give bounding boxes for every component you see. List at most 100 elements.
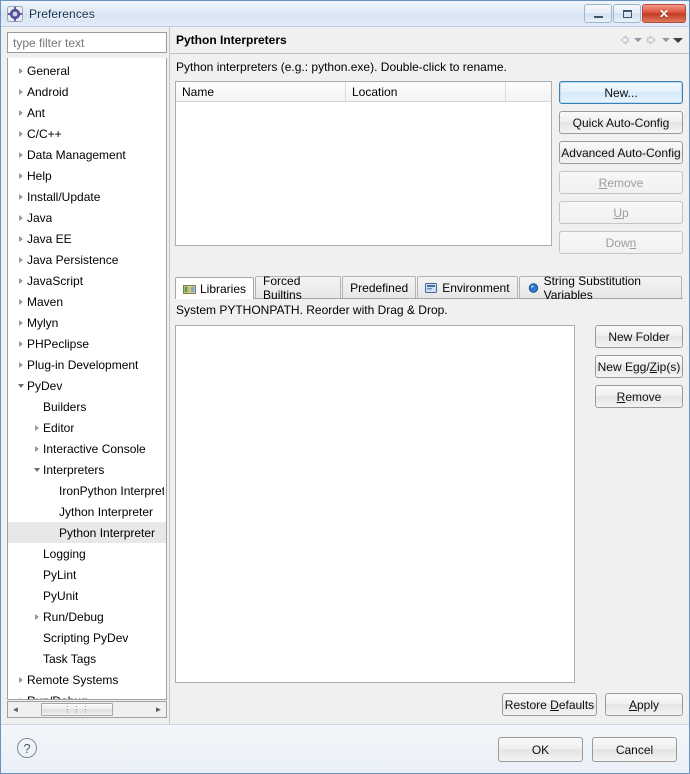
new-folder-button[interactable]: New Folder bbox=[595, 325, 683, 348]
forward-menu-chevron-down-icon[interactable] bbox=[662, 38, 670, 42]
expand-arrow-right-icon[interactable] bbox=[14, 151, 27, 158]
tab-environment[interactable]: Environment bbox=[417, 276, 518, 298]
expand-arrow-right-icon[interactable] bbox=[14, 214, 27, 221]
tree-item-pyunit[interactable]: PyUnit bbox=[8, 585, 166, 606]
tree-item-python-interpreter[interactable]: Python Interpreter bbox=[8, 522, 166, 543]
expand-arrow-right-icon[interactable] bbox=[14, 277, 27, 284]
expand-arrow-right-icon[interactable] bbox=[14, 298, 27, 305]
tree-item-interpreters[interactable]: Interpreters bbox=[8, 459, 166, 480]
expand-arrow-right-icon[interactable] bbox=[14, 676, 27, 683]
tree-item-task-tags[interactable]: Task Tags bbox=[8, 648, 166, 669]
ok-button[interactable]: OK bbox=[498, 737, 583, 762]
expand-arrow-down-icon[interactable] bbox=[14, 383, 27, 388]
expand-arrow-right-icon[interactable] bbox=[14, 697, 27, 699]
column-header-location[interactable]: Location bbox=[346, 82, 506, 101]
expand-arrow-right-icon[interactable] bbox=[14, 235, 27, 242]
scroll-thumb[interactable]: ⋮⋮⋮ bbox=[40, 703, 113, 716]
scroll-right-arrow-icon[interactable]: ► bbox=[151, 702, 166, 717]
tab-string-substitution-variables[interactable]: String Substitution Variables bbox=[518, 274, 682, 302]
column-header-name[interactable]: Name bbox=[176, 82, 346, 101]
expand-arrow-right-icon[interactable] bbox=[14, 67, 27, 74]
new-egg-zip-s-button[interactable]: New Egg/Zip(s) bbox=[595, 355, 683, 378]
tree-item-pydev[interactable]: PyDev bbox=[8, 375, 166, 396]
tree-item-logging[interactable]: Logging bbox=[8, 543, 166, 564]
tree-item-label: PyLint bbox=[43, 567, 77, 582]
tree-horizontal-scrollbar[interactable]: ◄ ⋮⋮⋮ ► bbox=[7, 701, 167, 718]
environment-icon bbox=[425, 282, 438, 294]
new-button[interactable]: New... bbox=[559, 81, 683, 104]
scroll-left-arrow-icon[interactable]: ◄ bbox=[8, 702, 23, 717]
help-icon[interactable]: ? bbox=[17, 738, 37, 758]
back-menu-chevron-down-icon[interactable] bbox=[634, 38, 642, 42]
expand-arrow-right-icon[interactable] bbox=[14, 109, 27, 116]
tree-item-scripting-pydev[interactable]: Scripting PyDev bbox=[8, 627, 166, 648]
expand-arrow-down-icon[interactable] bbox=[30, 467, 43, 472]
expand-arrow-right-icon[interactable] bbox=[14, 361, 27, 368]
page-title: Python Interpreters bbox=[176, 33, 287, 47]
tree-item-interactive-console[interactable]: Interactive Console bbox=[8, 438, 166, 459]
maximize-button[interactable] bbox=[613, 4, 641, 23]
tree-item-pylint[interactable]: PyLint bbox=[8, 564, 166, 585]
expand-arrow-right-icon[interactable] bbox=[30, 613, 43, 620]
preferences-tree[interactable]: General Android Ant C/C++ Data Management Hel… bbox=[7, 58, 167, 700]
page-action-buttons: Restore Defaults Apply bbox=[502, 693, 683, 716]
tab-forced-builtins[interactable]: Forced Builtins bbox=[255, 274, 342, 302]
tree-item-help[interactable]: Help bbox=[8, 165, 166, 186]
expand-arrow-right-icon[interactable] bbox=[14, 256, 27, 263]
tree-item-phpeclipse[interactable]: PHPeclipse bbox=[8, 333, 166, 354]
tree-item-ironpython-interpreter[interactable]: IronPython Interpreter bbox=[8, 480, 166, 501]
tree-item-builders[interactable]: Builders bbox=[8, 396, 166, 417]
expand-arrow-right-icon[interactable] bbox=[30, 424, 43, 431]
expand-arrow-right-icon[interactable] bbox=[14, 88, 27, 95]
back-arrow-icon[interactable] bbox=[617, 33, 631, 47]
advanced-auto-config-button[interactable]: Advanced Auto-Config bbox=[559, 141, 683, 164]
apply-button[interactable]: Apply bbox=[605, 693, 683, 716]
preferences-gear-icon bbox=[7, 5, 23, 22]
tree-item-install-update[interactable]: Install/Update bbox=[8, 186, 166, 207]
restore-defaults-button[interactable]: Restore Defaults bbox=[502, 693, 597, 716]
library-action-buttons: New Folder New Egg/Zip(s) Remove bbox=[595, 325, 683, 408]
panel-description: Python interpreters (e.g.: python.exe). … bbox=[176, 60, 507, 74]
expand-arrow-right-icon[interactable] bbox=[14, 172, 27, 179]
interpreters-table[interactable]: Name Location bbox=[175, 81, 552, 246]
expand-arrow-right-icon[interactable] bbox=[30, 445, 43, 452]
tree-item-run-debug[interactable]: Run/Debug bbox=[8, 606, 166, 627]
tree-item-run-debug[interactable]: Run/Debug bbox=[8, 690, 166, 699]
tree-item-label: JavaScript bbox=[27, 273, 84, 288]
tree-item-plug-in-development[interactable]: Plug-in Development bbox=[8, 354, 166, 375]
tree-item-jython-interpreter[interactable]: Jython Interpreter bbox=[8, 501, 166, 522]
tree-item-java[interactable]: Java bbox=[8, 207, 166, 228]
tree-item-java-persistence[interactable]: Java Persistence bbox=[8, 249, 166, 270]
scroll-track[interactable]: ⋮⋮⋮ bbox=[23, 702, 151, 717]
tree-item-label: Python Interpreter bbox=[59, 525, 156, 540]
button-label: OK bbox=[531, 742, 550, 757]
minimize-button[interactable] bbox=[584, 4, 612, 23]
tree-item-android[interactable]: Android bbox=[8, 81, 166, 102]
expand-arrow-right-icon[interactable] bbox=[14, 340, 27, 347]
tree-item-ant[interactable]: Ant bbox=[8, 102, 166, 123]
cancel-button[interactable]: Cancel bbox=[592, 737, 677, 762]
close-button[interactable]: ✕ bbox=[642, 4, 686, 23]
tab-libraries[interactable]: Libraries bbox=[175, 277, 255, 299]
tab-predefined[interactable]: Predefined bbox=[342, 276, 417, 298]
column-header-extra[interactable] bbox=[506, 82, 551, 101]
tree-item-editor[interactable]: Editor bbox=[8, 417, 166, 438]
filter-input[interactable] bbox=[7, 32, 167, 53]
tree-item-remote-systems[interactable]: Remote Systems bbox=[8, 669, 166, 690]
view-menu-chevron-icon[interactable] bbox=[673, 37, 683, 43]
tree-item-data-management[interactable]: Data Management bbox=[8, 144, 166, 165]
tree-item-mylyn[interactable]: Mylyn bbox=[8, 312, 166, 333]
tree-item-javascript[interactable]: JavaScript bbox=[8, 270, 166, 291]
quick-auto-config-button[interactable]: Quick Auto-Config bbox=[559, 111, 683, 134]
tree-item-c-c[interactable]: C/C++ bbox=[8, 123, 166, 144]
pythonpath-list[interactable] bbox=[175, 325, 575, 683]
forward-arrow-icon[interactable] bbox=[645, 33, 659, 47]
tree-item-maven[interactable]: Maven bbox=[8, 291, 166, 312]
table-body[interactable] bbox=[176, 102, 551, 245]
tree-item-java-ee[interactable]: Java EE bbox=[8, 228, 166, 249]
tree-item-general[interactable]: General bbox=[8, 60, 166, 81]
expand-arrow-right-icon[interactable] bbox=[14, 130, 27, 137]
remove-button[interactable]: Remove bbox=[595, 385, 683, 408]
expand-arrow-right-icon[interactable] bbox=[14, 319, 27, 326]
expand-arrow-right-icon[interactable] bbox=[14, 193, 27, 200]
